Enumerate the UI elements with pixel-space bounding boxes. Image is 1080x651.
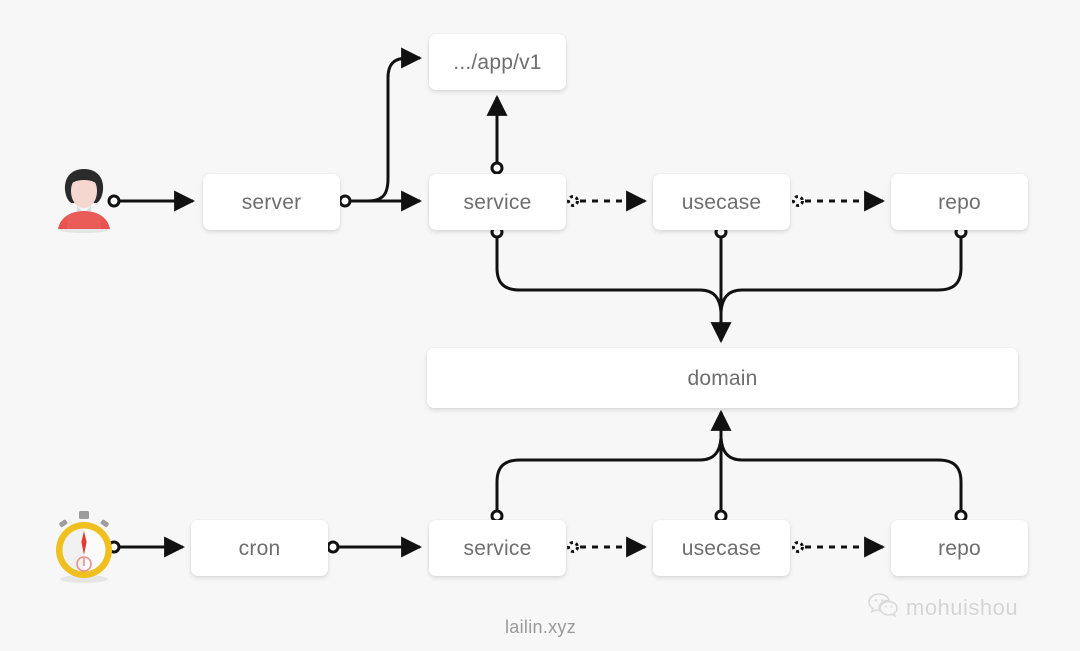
diagram-canvas: .../app/v1 server service usecase repo d…: [0, 0, 1080, 651]
node-label: service: [463, 536, 532, 560]
footer-site-label: lailin.xyz: [505, 617, 577, 637]
node-label: usecase: [681, 536, 762, 560]
stopwatch-icon: [46, 509, 122, 585]
node-service-top[interactable]: service: [429, 174, 566, 230]
node-usecase-top[interactable]: usecase: [653, 174, 790, 230]
edge-service-top-to-app-v1: [486, 94, 508, 175]
edge-cron-to-service-bottom: [326, 536, 423, 558]
node-repo-bottom[interactable]: repo: [891, 520, 1028, 576]
node-label: domain: [687, 366, 758, 390]
edge-service-top-to-usecase-top: [567, 190, 648, 212]
node-service-bottom[interactable]: service: [429, 520, 566, 576]
node-label: service: [463, 190, 532, 214]
node-label: repo: [938, 536, 981, 560]
node-label: server: [241, 190, 302, 214]
watermark-label: mohuishou: [906, 594, 1019, 620]
node-usecase-bottom[interactable]: usecase: [653, 520, 790, 576]
edge-service-bottom-to-usecase-bottom: [567, 536, 648, 558]
node-repo-top[interactable]: repo: [891, 174, 1028, 230]
wechat-icon: [868, 592, 898, 623]
node-label: cron: [238, 536, 281, 560]
node-server[interactable]: server: [203, 174, 340, 230]
node-label: usecase: [681, 190, 762, 214]
node-domain[interactable]: domain: [427, 348, 1018, 408]
edge-user-to-server: [107, 190, 196, 212]
edge-top-trio-to-domain: [490, 225, 968, 344]
watermark: mohuishou: [868, 592, 1018, 623]
edge-server-to-app-v1: [338, 47, 423, 208]
edge-usecase-top-to-repo-top: [792, 190, 886, 212]
user-avatar-icon: [48, 163, 120, 235]
node-cron[interactable]: cron: [191, 520, 328, 576]
node-app-v1[interactable]: .../app/v1: [429, 34, 566, 90]
node-label: repo: [938, 190, 981, 214]
node-label: .../app/v1: [453, 50, 542, 74]
edge-usecase-bottom-to-repo-bottom: [792, 536, 886, 558]
edge-bottom-trio-to-domain: [490, 409, 968, 523]
